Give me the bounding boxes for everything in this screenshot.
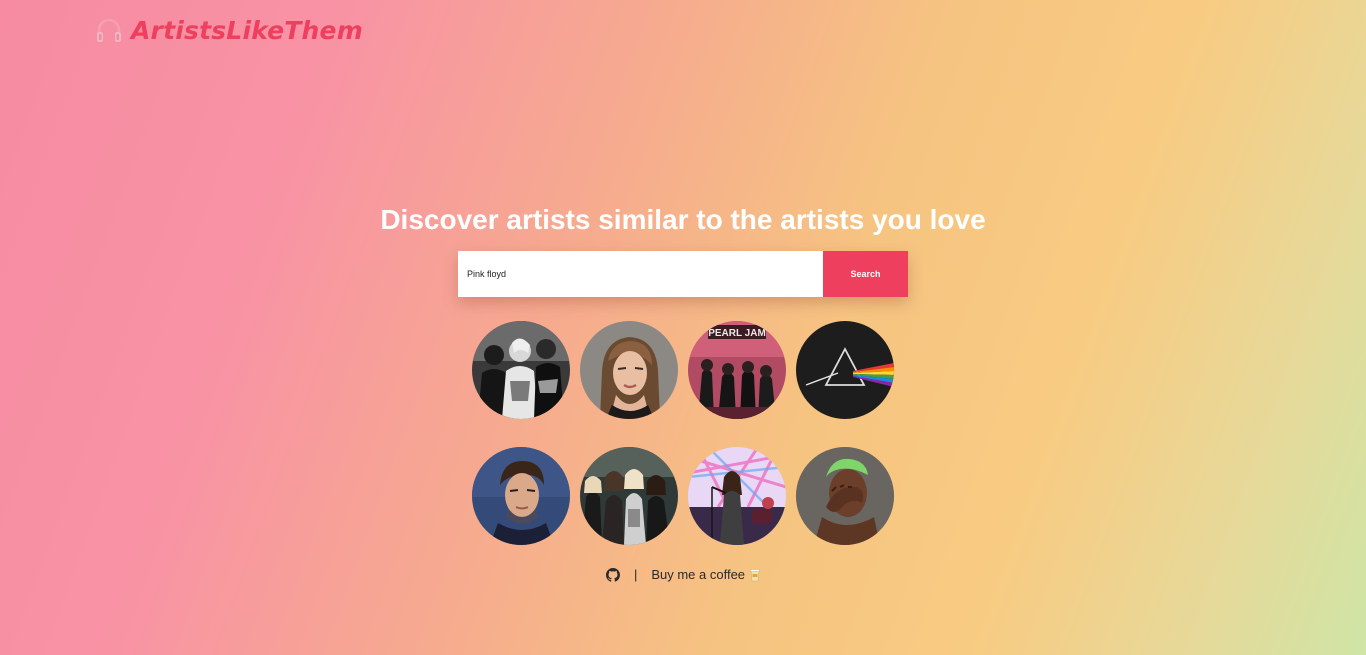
svg-text:PEARL JAM: PEARL JAM <box>708 328 766 339</box>
artist-tile-8[interactable] <box>796 447 894 545</box>
artist-tile-4[interactable] <box>796 321 894 419</box>
male-singer-portrait <box>472 447 570 545</box>
artist-search-input[interactable] <box>458 251 823 297</box>
artist-face-portrait <box>796 447 894 545</box>
artist-tile-2[interactable] <box>580 321 678 419</box>
github-icon[interactable] <box>605 567 620 582</box>
female-singer-portrait <box>580 321 678 419</box>
prism-album-cover <box>796 321 894 419</box>
footer-separator: | <box>633 567 638 582</box>
search-button[interactable]: Search <box>823 251 908 297</box>
rock-band-photo <box>580 447 678 545</box>
artist-tile-3[interactable]: PEARL JAM <box>688 321 786 419</box>
headphones-icon <box>97 18 121 42</box>
artist-tile-7[interactable] <box>688 447 786 545</box>
coffee-icon <box>750 568 760 581</box>
brand-logo[interactable]: ArtistsLikeThem <box>95 16 363 45</box>
artist-grid: PEARL JAM <box>472 321 894 545</box>
artist-tile-6[interactable] <box>580 447 678 545</box>
artist-tile-1[interactable] <box>472 321 570 419</box>
buy-me-a-coffee-link[interactable]: Buy me a coffee <box>651 567 760 582</box>
concert-stage-photo <box>688 447 786 545</box>
brand-name: ArtistsLikeThem <box>131 16 363 45</box>
band-live-photo: PEARL JAM <box>688 321 786 419</box>
coffee-link-label: Buy me a coffee <box>651 567 746 582</box>
page-headline: Discover artists similar to the artists … <box>380 204 986 235</box>
footer: | Buy me a coffee <box>0 567 1366 582</box>
search-form: Search <box>458 251 908 297</box>
grunge-band-photo <box>472 321 570 419</box>
artist-tile-5[interactable] <box>472 447 570 545</box>
